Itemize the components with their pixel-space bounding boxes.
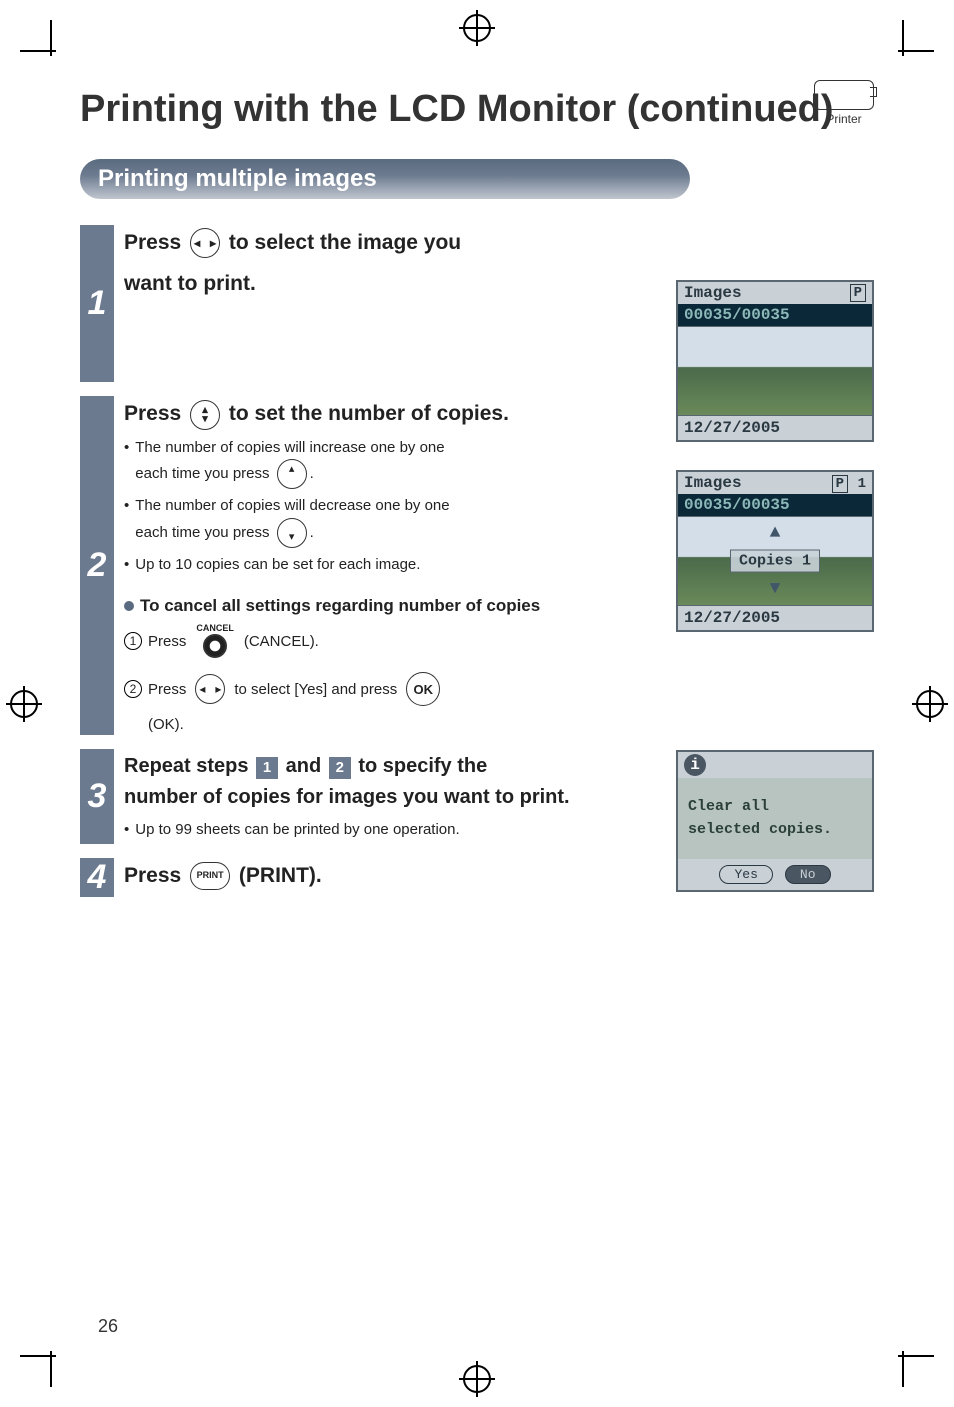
section-heading: Printing multiple images [80,159,690,199]
lcd2-counter: 00035/00035 [678,494,872,516]
step2-b3: Up to 10 copies can be set for each imag… [135,554,420,577]
sub2c: (OK). [148,716,184,733]
step1-text-a: Press [124,231,187,254]
step-badge-2: 2 [329,757,351,779]
lcd2-photo: ▲ Copies 1 ▼ [678,516,872,606]
printer-icon [814,80,874,110]
lcd2-date: 12/27/2005 [678,606,872,630]
lcd-preview-2: Images P 1 00035/00035 ▲ Copies 1 ▼ 12/2… [676,470,874,632]
no-button[interactable]: No [785,865,831,884]
lcd2-topnum: 1 [858,476,866,492]
cancel-button-icon: CANCEL [196,624,234,658]
bullet-dot: • [124,819,129,842]
p-badge-icon: P [850,284,866,302]
s3-b1: Up to 99 sheets can be printed by one op… [135,819,459,842]
printer-icon-box: Printer [814,80,874,126]
lcd-preview-1: Images P 00035/00035 12/27/2005 [676,280,874,442]
up-down-button-icon [190,400,220,430]
bullet-dot: • [124,437,129,490]
printer-label: Printer [814,112,874,126]
step2-b2c: . [310,524,314,541]
down-arrow-icon: ▼ [770,579,781,599]
down-button-icon [277,518,307,548]
ok-button-icon: OK [406,672,440,706]
sub1a: Press [148,633,186,650]
lcd1-title: Images [684,284,742,302]
lcd-dialog: i Clear all selected copies. Yes No [676,750,874,892]
circled-1-icon: 1 [124,632,142,650]
page-number: 26 [98,1316,118,1337]
s4a: Press [124,864,187,887]
left-right-button-icon [190,228,220,258]
circled-2-icon: 2 [124,680,142,698]
lcd1-counter: 00035/00035 [678,304,872,326]
step2-text-a: Press [124,402,187,425]
left-right-button-icon [195,674,225,704]
s3d: number of copies for images you want to … [124,786,570,808]
step1-text-c: want to print. [124,272,256,295]
s3b: and [286,755,327,777]
s3c: to specify the [358,755,487,777]
step2-b1b: each time you press [135,465,273,482]
bullet-dot: • [124,554,129,577]
step2-b1c: . [310,465,314,482]
disc-icon [124,601,134,611]
print-button-icon: PRINT [190,862,230,890]
step2-subhead: To cancel all settings regarding number … [140,596,540,616]
bullet-dot: • [124,495,129,548]
step-number-3: 3 [80,749,114,844]
page-title: Printing with the LCD Monitor (continued… [80,88,874,131]
lcd2-title: Images [684,474,742,492]
sub1b: (CANCEL). [244,633,319,650]
step2-b1a: The number of copies will increase one b… [135,439,444,456]
sub2b: to select [Yes] and press [234,681,397,698]
sub2a: Press [148,681,186,698]
lcd1-photo [678,326,872,416]
yes-button[interactable]: Yes [719,865,772,884]
up-button-icon [277,459,307,489]
step-number-1: 1 [80,225,114,382]
step-badge-1: 1 [256,757,278,779]
step-number-2: 2 [80,396,114,735]
lcd1-date: 12/27/2005 [678,416,872,440]
dialog-msg2: selected copies. [688,819,862,842]
copies-overlay: Copies 1 [730,550,820,573]
step2-b2b: each time you press [135,524,273,541]
p-badge-icon: P [832,475,848,493]
up-arrow-icon: ▲ [770,523,781,543]
step2-text-b: to set the number of copies. [229,402,509,425]
step2-b2a: The number of copies will decrease one b… [135,497,449,514]
step-number-4: 4 [80,858,114,897]
s3a: Repeat steps [124,755,254,777]
info-icon: i [684,754,706,776]
dialog-msg1: Clear all [688,796,862,819]
step1-text-b: to select the image you [229,231,461,254]
s4b: (PRINT). [239,864,322,887]
